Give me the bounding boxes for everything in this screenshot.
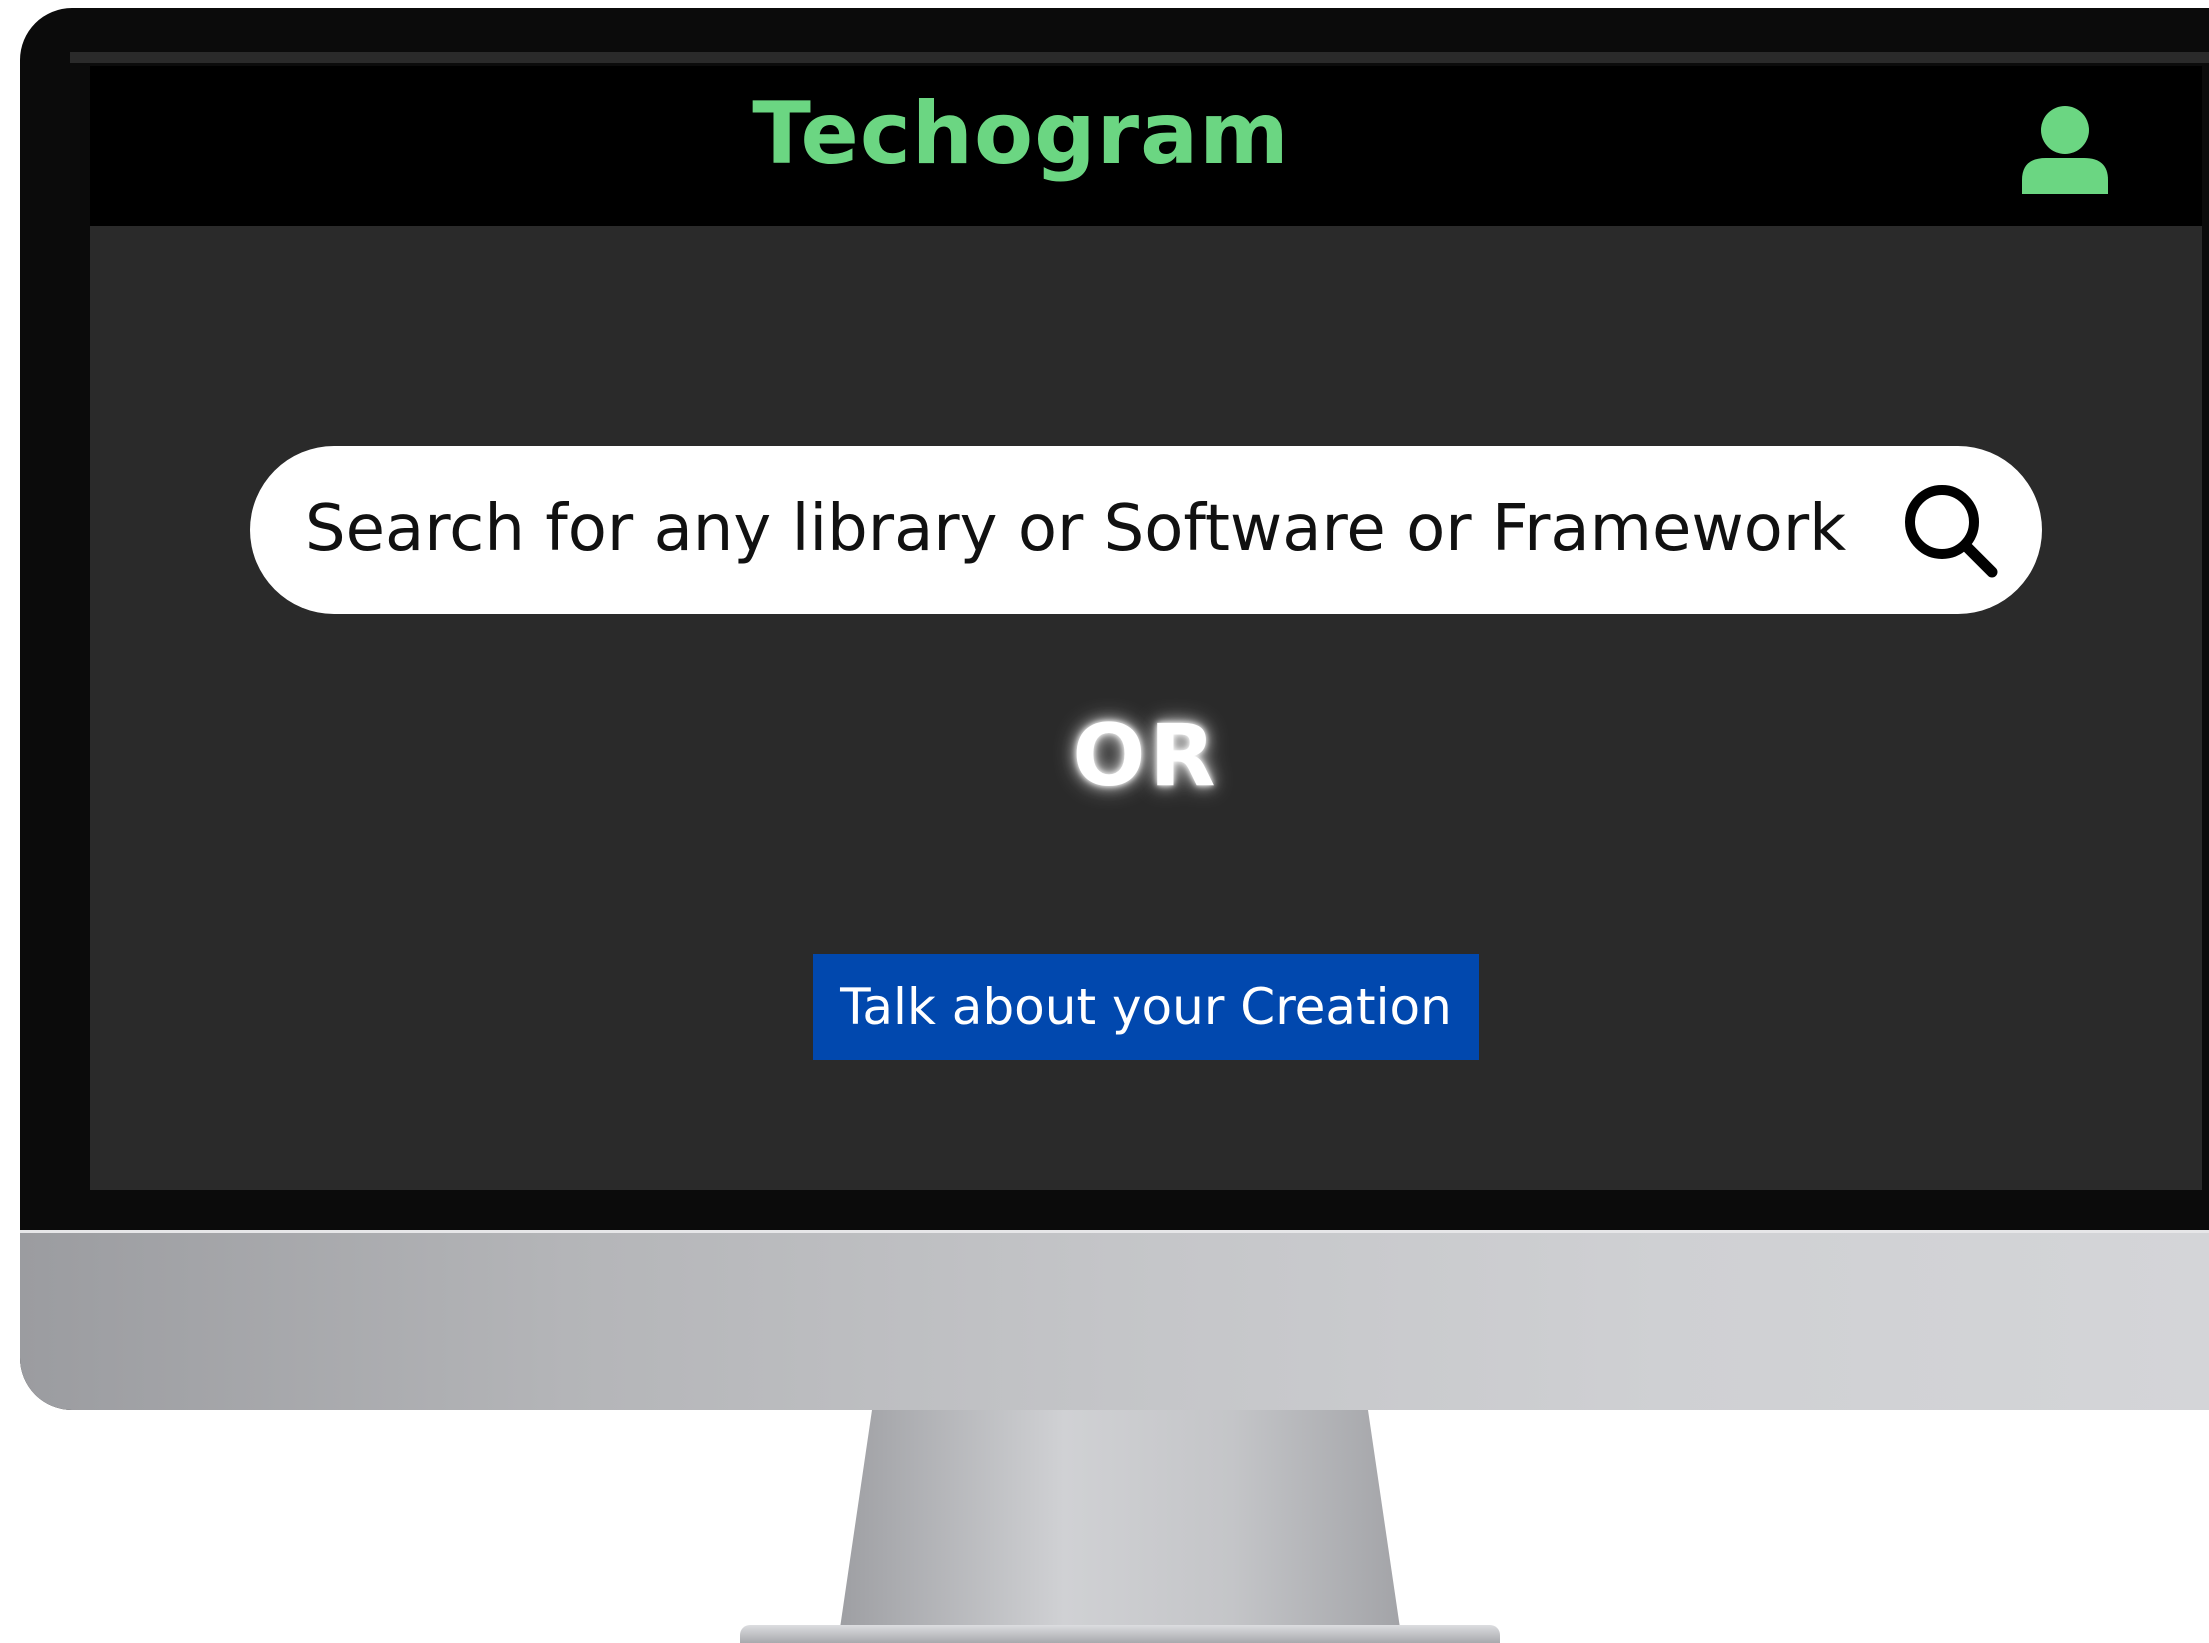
bezel-top-line <box>70 52 2209 63</box>
user-icon[interactable] <box>2020 104 2110 194</box>
search-icon[interactable] <box>1900 480 2000 580</box>
stage: Techogram Search for any library or Soft… <box>0 0 2209 1643</box>
monitor-frame: Techogram Search for any library or Soft… <box>20 8 2209 1410</box>
monitor-stand-base <box>740 1625 1500 1643</box>
monitor-stand-neck <box>840 1410 1400 1628</box>
screen: Techogram Search for any library or Soft… <box>90 66 2202 1190</box>
search-placeholder[interactable]: Search for any library or Software or Fr… <box>305 492 1846 566</box>
app-header: Techogram <box>90 66 2202 226</box>
brand-title: Techogram <box>752 84 1290 184</box>
search-bar[interactable]: Search for any library or Software or Fr… <box>250 446 2042 614</box>
monitor-chin <box>20 1233 2209 1410</box>
or-divider: OR <box>1072 706 1220 806</box>
talk-about-creation-button[interactable]: Talk about your Creation <box>813 954 1479 1060</box>
